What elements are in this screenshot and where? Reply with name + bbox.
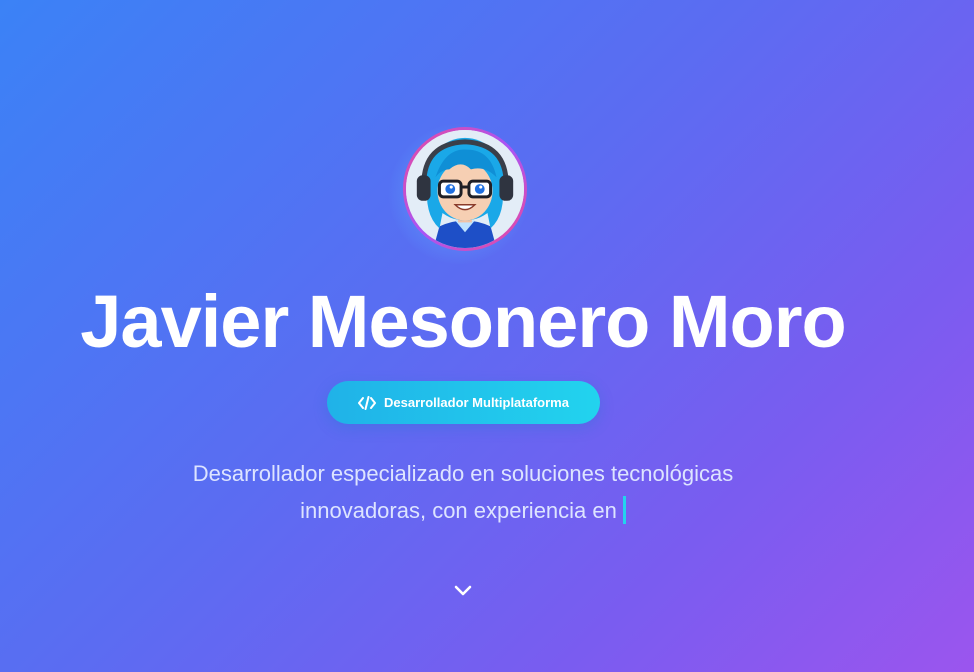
hero-section: Javier Mesonero Moro Desarrollador Multi… (0, 0, 974, 672)
avatar (403, 127, 527, 251)
hero-description: Desarrollador especializado en solucione… (0, 455, 926, 529)
chevron-down-icon (451, 578, 475, 607)
code-icon (358, 395, 377, 410)
description-line-2-text: innovadoras, con experiencia en (300, 498, 617, 523)
description-line-2: innovadoras, con experiencia en (0, 492, 926, 529)
page-title: Javier Mesonero Moro (80, 280, 846, 363)
avatar-image (406, 130, 524, 248)
description-line-1: Desarrollador especializado en solucione… (192, 461, 734, 486)
typing-cursor (622, 496, 626, 524)
role-label: Desarrollador Multiplataforma (384, 395, 569, 410)
role-badge: Desarrollador Multiplataforma (327, 381, 600, 424)
scroll-down-button[interactable] (449, 578, 477, 606)
avatar-illustration (406, 130, 524, 248)
